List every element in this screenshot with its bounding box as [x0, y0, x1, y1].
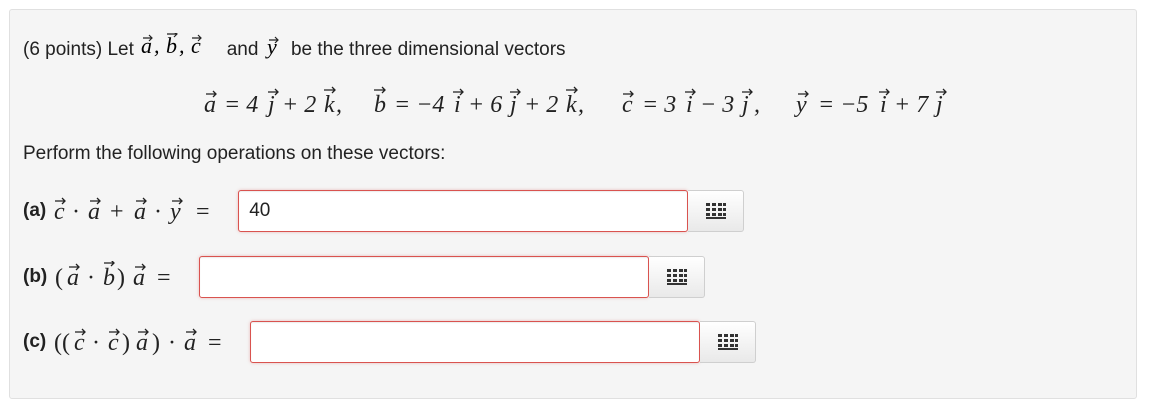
svg-text:= −4: = −4 — [394, 92, 444, 118]
svg-text:): ) — [152, 330, 160, 356]
intro-end-text: be the three dimensional vectors — [290, 39, 566, 60]
svg-text:= 4: = 4 — [224, 92, 258, 118]
svg-text:y: y — [168, 199, 181, 225]
vector-y-math: y — [265, 34, 279, 59]
svg-text:y: y — [265, 35, 277, 59]
svg-text:=: = — [157, 265, 171, 291]
svg-text:·: · — [72, 199, 80, 225]
svg-text:(: ( — [55, 265, 63, 291]
svg-text:+ 7: + 7 — [894, 92, 929, 118]
part-a-answer-input[interactable] — [238, 190, 689, 232]
svg-text:i: i — [454, 92, 461, 118]
part-b-label: (b) — [23, 266, 48, 287]
vector-definitions-equation: a = 4 j + 2 k , b = −4 i + 6 j + 2 k , c — [0, 84, 1164, 130]
svg-text:,: , — [336, 92, 342, 118]
svg-text:i: i — [880, 92, 887, 118]
keypad-grid-icon — [717, 334, 738, 350]
part-c-label: (c) — [23, 331, 47, 352]
part-b-math-editor-button[interactable] — [649, 256, 706, 298]
svg-text:b: b — [103, 265, 115, 291]
part-a-expression: c · a + a · y = — [54, 197, 210, 225]
svg-text:): ) — [122, 330, 130, 356]
svg-text:+ 2: + 2 — [282, 92, 316, 118]
part-a-row: (a) c · a + a · y = — [23, 189, 745, 233]
svg-text:+ 2: + 2 — [524, 92, 558, 118]
keypad-grid-icon — [666, 269, 687, 285]
vector-definitions-math: a = 4 j + 2 k , b = −4 i + 6 j + 2 k , c — [204, 86, 947, 118]
instruction-text: Perform the following operations on thes… — [23, 143, 446, 164]
svg-text:,: , — [578, 92, 584, 118]
part-b-row: (b) ( a · b ) a = — [23, 255, 706, 299]
svg-text:=: = — [208, 330, 222, 356]
intro-vector-list: a , b , c — [139, 31, 227, 60]
svg-text:·: · — [87, 265, 95, 291]
part-c-expression: (( c · c ) a ) · a = — [54, 328, 222, 356]
part-c-answer-input[interactable] — [250, 321, 701, 363]
svg-text:j: j — [739, 92, 749, 118]
problem-instruction: Perform the following operations on thes… — [23, 142, 445, 166]
svg-text:j: j — [265, 92, 275, 118]
svg-text:·: · — [168, 330, 176, 356]
svg-text:= −5: = −5 — [818, 92, 868, 118]
svg-text:j: j — [933, 92, 943, 118]
intro-and-text: and — [226, 39, 259, 60]
svg-text:+: + — [110, 199, 124, 225]
part-c-row: (c) (( c · c ) a ) · a = — [23, 320, 757, 364]
svg-text:·: · — [154, 199, 162, 225]
part-b-expression: ( a · b ) a = — [55, 261, 171, 291]
keypad-grid-icon — [705, 203, 726, 219]
part-b-answer-input[interactable] — [199, 256, 650, 298]
svg-text:j: j — [507, 92, 517, 118]
svg-text:,: , — [754, 92, 760, 118]
svg-text:= 3: = 3 — [642, 92, 676, 118]
svg-text:=: = — [196, 199, 210, 225]
svg-text:− 3: − 3 — [700, 92, 734, 118]
svg-text:k: k — [566, 92, 577, 118]
part-c-math-editor-button[interactable] — [700, 321, 757, 363]
part-a-math-editor-button[interactable] — [688, 190, 745, 232]
svg-text:+ 6: + 6 — [468, 92, 502, 118]
part-a-label: (a) — [23, 200, 47, 221]
svg-text:,: , — [154, 33, 160, 58]
svg-text:((: (( — [54, 330, 70, 356]
svg-text:b: b — [166, 33, 177, 58]
svg-text:i: i — [686, 92, 693, 118]
svg-text:,: , — [179, 33, 185, 58]
svg-text:): ) — [117, 265, 125, 291]
svg-text:k: k — [324, 92, 335, 118]
svg-text:·: · — [92, 330, 100, 356]
problem-intro: (6 points) Let a , b , c and y be the th… — [23, 31, 566, 62]
svg-text:b: b — [374, 92, 386, 118]
vector-list-math: a , b , c — [141, 31, 203, 58]
svg-text:y: y — [794, 92, 807, 118]
intro-text: (6 points) Let — [23, 39, 134, 60]
